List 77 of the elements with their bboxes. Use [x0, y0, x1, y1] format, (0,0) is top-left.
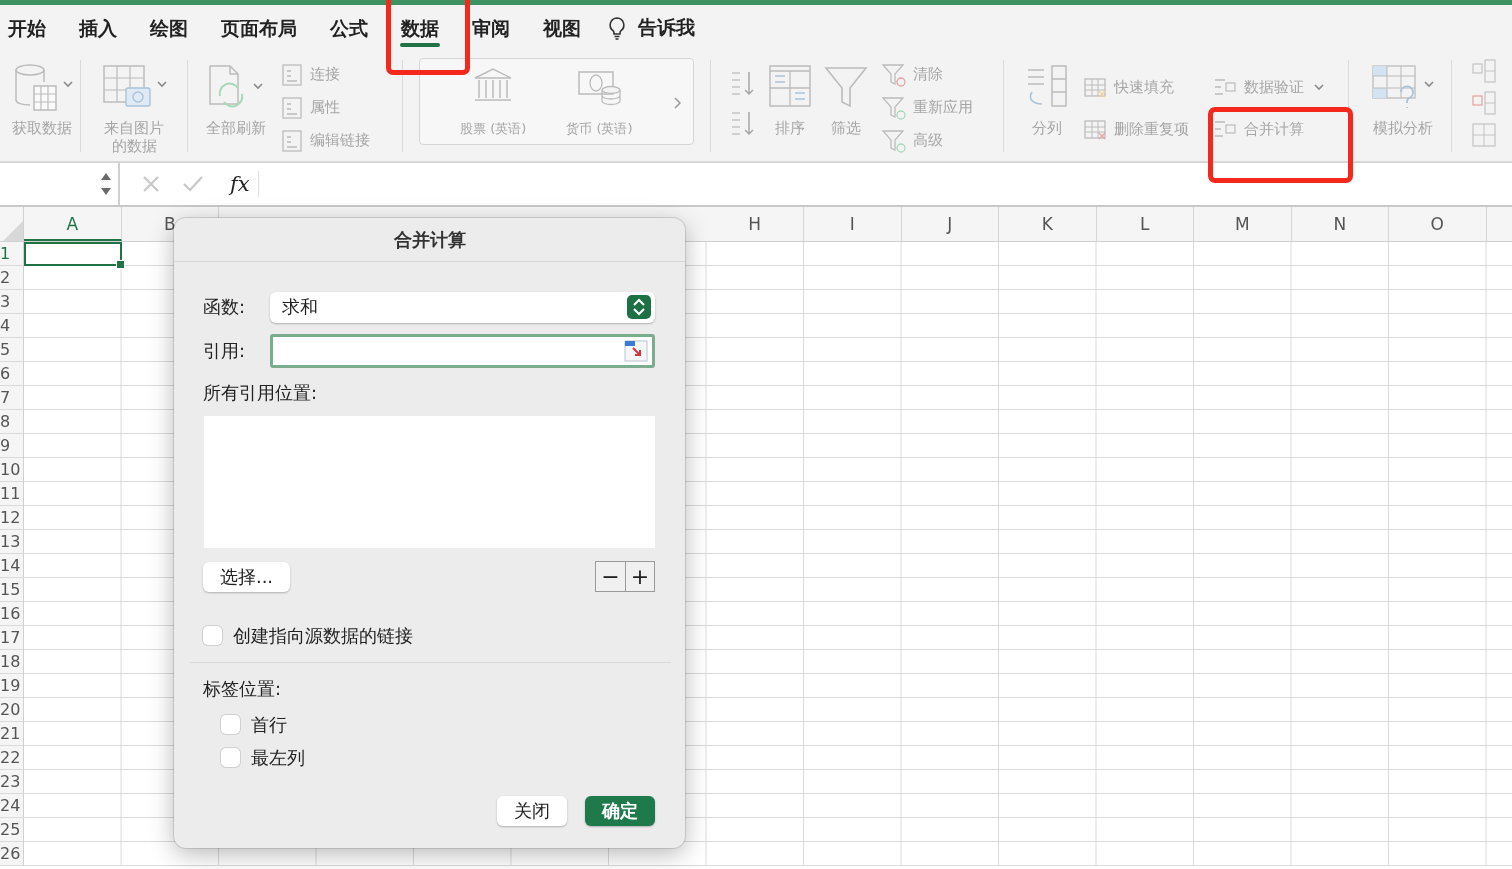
document-icon — [280, 128, 304, 153]
ribbon-tab[interactable]: 插入 — [79, 5, 117, 50]
document-icon — [280, 95, 304, 120]
stepper-icon — [627, 295, 651, 319]
row-header[interactable]: 13 — [0, 530, 24, 554]
checkbox[interactable] — [221, 748, 240, 767]
row-header[interactable]: 15 — [0, 578, 24, 602]
lightbulb-icon — [608, 15, 626, 40]
row-header[interactable]: 11 — [0, 482, 24, 506]
row-header[interactable]: 23 — [0, 770, 24, 794]
check-icon[interactable] — [182, 175, 204, 193]
field-label: 所有引用位置: — [203, 381, 319, 405]
column-header[interactable]: A — [24, 207, 122, 241]
row-header[interactable]: 21 — [0, 722, 24, 746]
ribbon-tab[interactable]: 数据 — [401, 5, 439, 50]
checkbox-label: 创建指向源数据的链接 — [233, 623, 413, 648]
checkbox-label: 最左列 — [251, 745, 305, 770]
row-header[interactable]: 9 — [0, 434, 24, 458]
row-header[interactable]: 8 — [0, 410, 24, 434]
column-header[interactable]: I — [804, 207, 902, 241]
column-header[interactable]: N — [1291, 207, 1389, 241]
column-header[interactable]: K — [999, 207, 1097, 241]
ribbon-tab[interactable]: 绘图 — [150, 5, 188, 50]
row-header[interactable]: 3 — [0, 290, 24, 314]
add-button[interactable]: + — [625, 562, 654, 591]
row-header[interactable]: 24 — [0, 794, 24, 818]
small-funnel-icon — [881, 127, 907, 154]
small-funnel-icon — [881, 94, 907, 121]
section-label: 标签位置: — [203, 677, 283, 701]
range-picker-icon[interactable] — [624, 340, 648, 362]
row-header[interactable]: 18 — [0, 650, 24, 674]
ribbon-tab[interactable]: 页面布局 — [221, 5, 297, 50]
ribbon-tab[interactable]: 视图 — [543, 5, 581, 50]
close-button[interactable]: 关闭 — [497, 796, 567, 826]
dialog-title: 合并计算 — [174, 218, 685, 262]
cancel-icon[interactable] — [142, 175, 160, 193]
ribbon-tab[interactable]: 审阅 — [472, 5, 510, 50]
column-header[interactable]: J — [901, 207, 999, 241]
row-header[interactable]: 10 — [0, 458, 24, 482]
tell-me-button[interactable]: 告诉我 — [608, 14, 695, 41]
browse-button[interactable]: 选择... — [203, 561, 290, 592]
row-header[interactable]: 12 — [0, 506, 24, 530]
row-header[interactable]: 4 — [0, 314, 24, 338]
ribbon-tab[interactable]: 开始 — [8, 5, 46, 50]
ok-button[interactable]: 确定 — [585, 796, 655, 826]
row-header[interactable]: 20 — [0, 698, 24, 722]
stepper-icon — [100, 171, 112, 197]
row-header[interactable]: 16 — [0, 602, 24, 626]
row-header[interactable]: 25 — [0, 818, 24, 842]
small-funnel-icon — [881, 61, 907, 88]
remove-button[interactable]: − — [596, 562, 625, 591]
caret-icon — [1314, 83, 1324, 91]
row-header[interactable]: 14 — [0, 554, 24, 578]
checkbox[interactable] — [221, 715, 240, 734]
row-header[interactable]: 26 — [0, 842, 24, 866]
reference-field[interactable] — [270, 334, 655, 368]
checkbox[interactable] — [203, 626, 222, 645]
insert-function-button[interactable]: fx — [230, 172, 250, 196]
ribbon-tab[interactable]: 公式 — [330, 5, 368, 50]
selected-cell[interactable] — [24, 242, 122, 266]
row-header[interactable]: 1 — [0, 242, 24, 266]
function-select[interactable]: 求和 — [270, 291, 655, 323]
column-header[interactable]: H — [706, 207, 804, 241]
document-icon — [280, 62, 304, 87]
checkbox-label: 首行 — [251, 712, 287, 737]
row-header[interactable]: 7 — [0, 386, 24, 410]
row-header[interactable]: 22 — [0, 746, 24, 770]
column-header[interactable]: O — [1389, 207, 1487, 241]
column-header[interactable]: L — [1096, 207, 1194, 241]
row-header[interactable]: 6 — [0, 362, 24, 386]
column-header[interactable]: M — [1194, 207, 1292, 241]
field-label: 引用: — [203, 339, 247, 363]
row-header[interactable]: 5 — [0, 338, 24, 362]
row-header[interactable]: 2 — [0, 266, 24, 290]
row-header[interactable]: 17 — [0, 626, 24, 650]
field-label: 函数: — [203, 295, 247, 319]
row-header[interactable]: 19 — [0, 674, 24, 698]
